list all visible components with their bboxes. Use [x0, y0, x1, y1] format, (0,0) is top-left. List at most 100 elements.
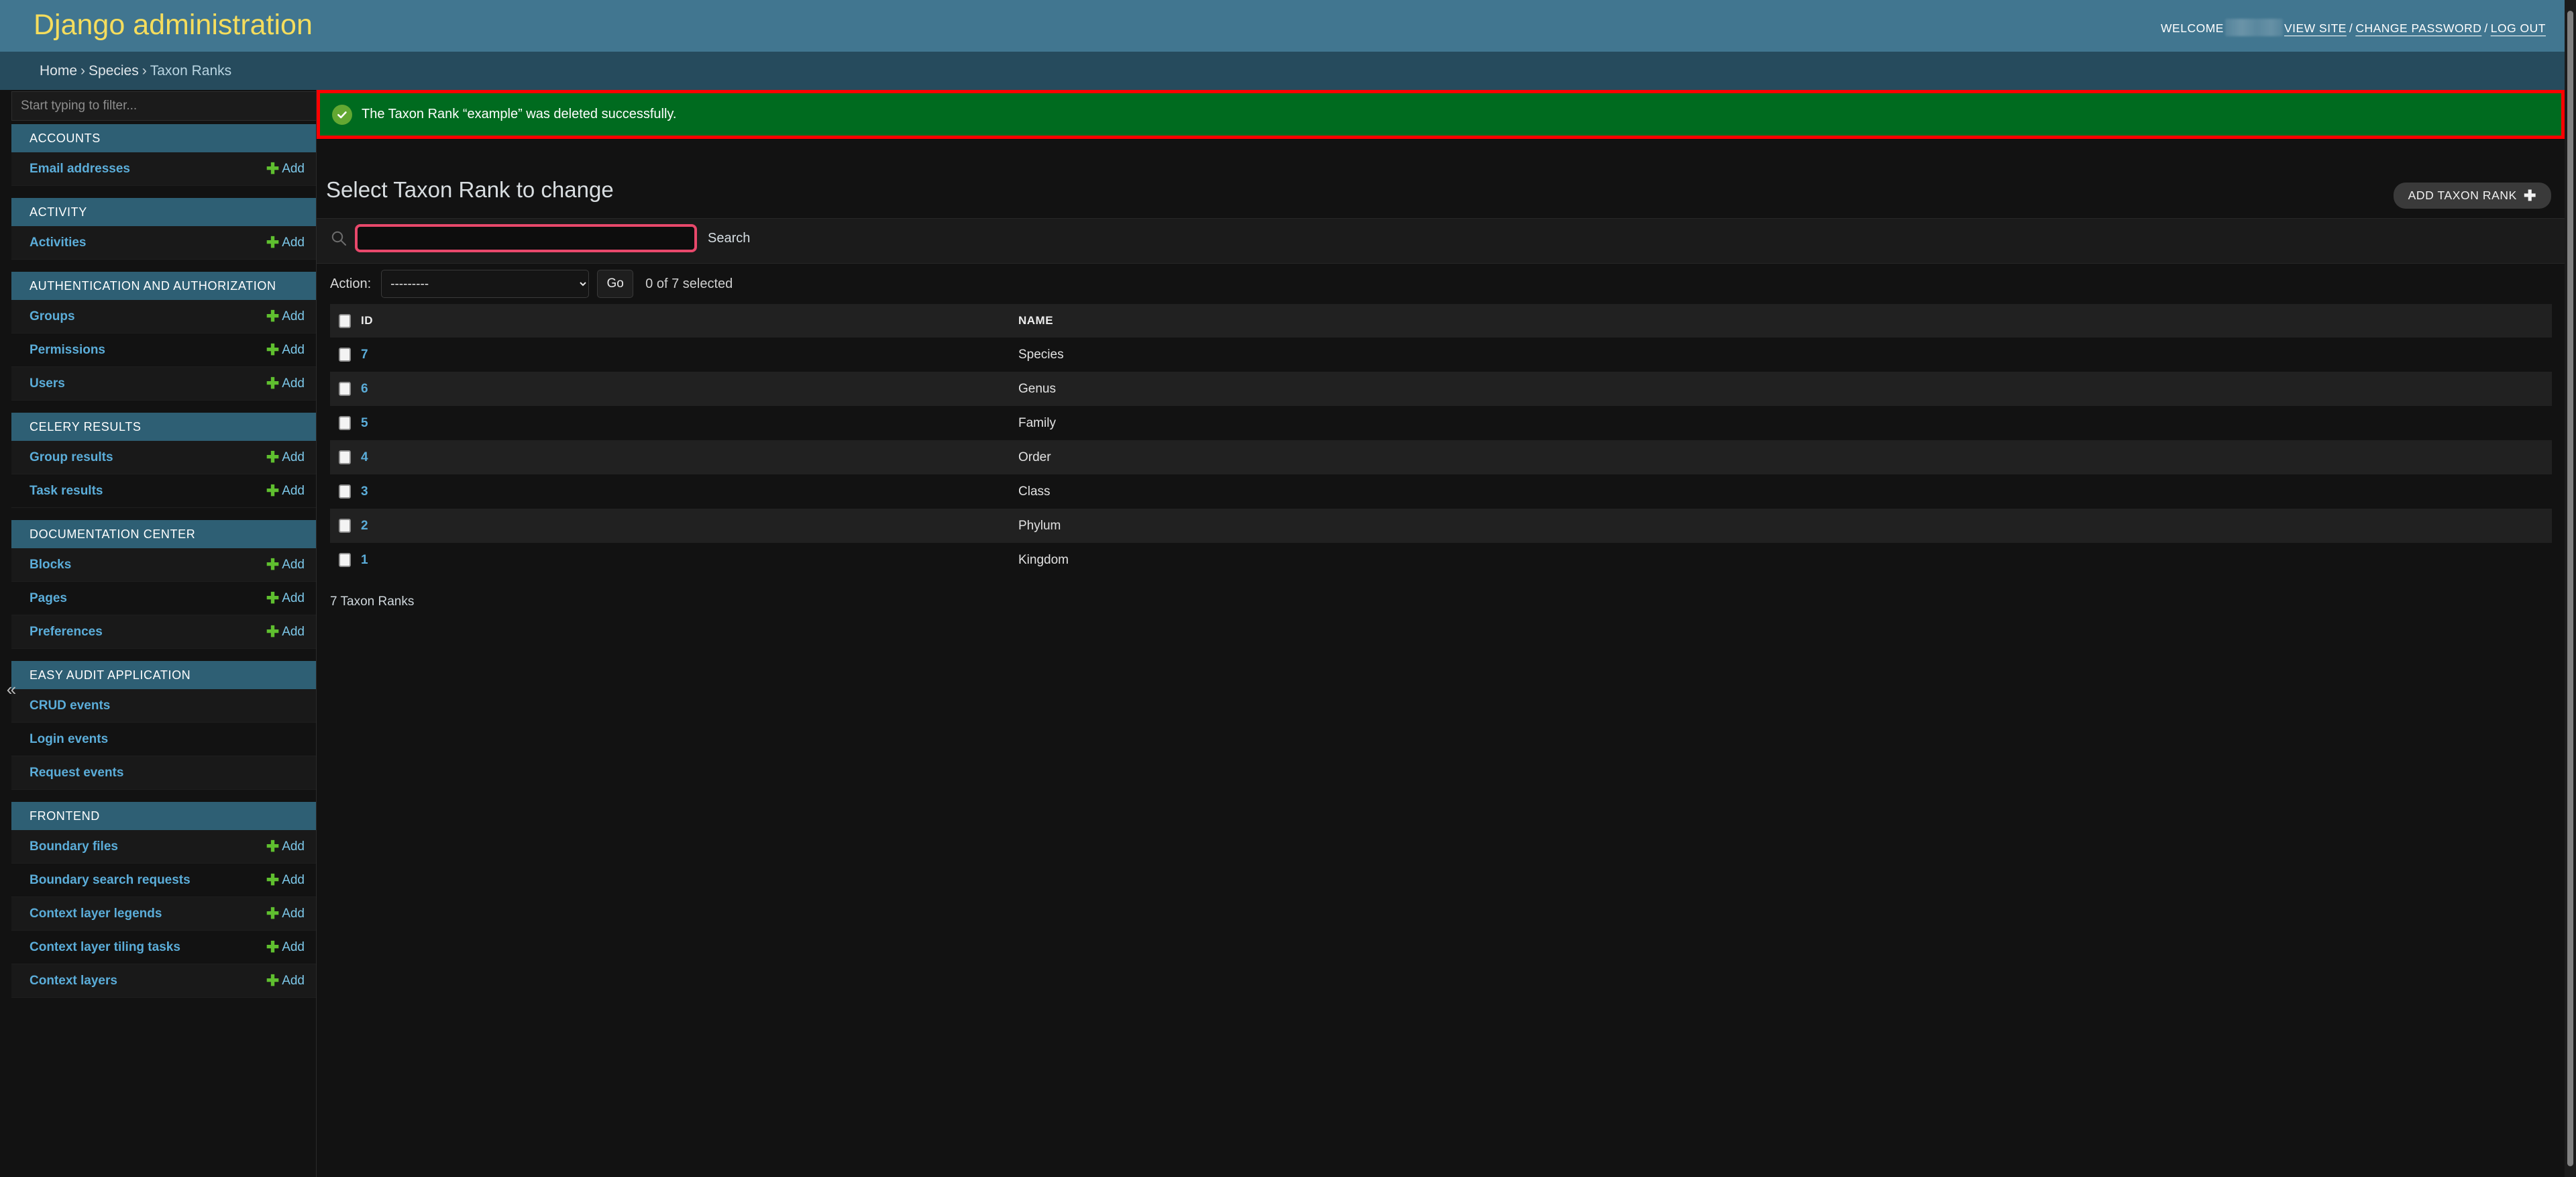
sidebar-model-row: Activities ✚ Add [11, 226, 316, 260]
sidebar-item-crud-events[interactable]: CRUD events [30, 699, 110, 713]
plus-icon: ✚ [266, 972, 280, 989]
breadcrumb-separator-2: › [142, 63, 147, 79]
results-table-head: ID NAME [330, 304, 2552, 338]
sidebar-item-context-layer-legends[interactable]: Context layer legends [30, 907, 162, 921]
action-label: Action: [330, 276, 372, 291]
cell-id: 3 [361, 474, 1018, 509]
column-header-id[interactable]: ID [361, 304, 1018, 338]
sidebar-app-caption: ACTIVITY [11, 198, 316, 226]
sidebar-item-groups[interactable]: Groups [30, 309, 75, 324]
row-id-link[interactable]: 1 [361, 553, 368, 567]
content-area: The Taxon Rank “example” was deleted suc… [317, 90, 2565, 1177]
sidebar-add-link[interactable]: ✚ Add [266, 837, 305, 856]
sidebar-add-link[interactable]: ✚ Add [266, 623, 305, 641]
page-scrollbar-track[interactable] [2565, 0, 2576, 1177]
sidebar-add-link[interactable]: ✚ Add [266, 871, 305, 889]
user-tools-separator-1: / [2349, 21, 2353, 35]
sidebar-item-activities[interactable]: Activities [30, 236, 86, 250]
sidebar-app-caption: EASY AUDIT APPLICATION [11, 661, 316, 689]
sidebar-item-group-results[interactable]: Group results [30, 450, 113, 465]
sidebar-item-blocks[interactable]: Blocks [30, 558, 71, 572]
sidebar-item-request-events[interactable]: Request events [30, 766, 123, 780]
sidebar-add-label: Add [282, 558, 305, 572]
row-checkbox[interactable] [339, 553, 351, 567]
sidebar-filter-input[interactable] [11, 91, 316, 121]
sidebar-add-link[interactable]: ✚ Add [266, 448, 305, 466]
sidebar-item-task-results[interactable]: Task results [30, 484, 103, 499]
sidebar-add-link[interactable]: ✚ Add [266, 234, 305, 252]
row-id-link[interactable]: 2 [361, 519, 368, 533]
action-counter: 0 of 7 selected [645, 276, 733, 291]
plus-icon: ✚ [266, 589, 280, 607]
select-all-checkbox[interactable] [339, 313, 351, 328]
breadcrumb-separator-1: › [80, 63, 86, 79]
page-scrollbar-thumb[interactable] [2567, 11, 2573, 1166]
sidebar-add-link[interactable]: ✚ Add [266, 307, 305, 325]
sidebar-add-label: Add [282, 309, 305, 323]
row-id-link[interactable]: 3 [361, 484, 368, 499]
action-go-button[interactable]: Go [597, 270, 634, 298]
sidebar-item-users[interactable]: Users [30, 376, 65, 391]
sidebar-item-permissions[interactable]: Permissions [30, 343, 105, 358]
row-checkbox[interactable] [339, 484, 351, 499]
sidebar-add-link[interactable]: ✚ Add [266, 482, 305, 500]
sidebar-model-row: Context layer tiling tasks ✚ Add [11, 931, 316, 964]
sidebar-item-email-addresses[interactable]: Email addresses [30, 162, 130, 176]
sidebar-item-boundary-search-requests[interactable]: Boundary search requests [30, 873, 191, 888]
row-checkbox[interactable] [339, 450, 351, 464]
select-all-header [330, 304, 361, 338]
site-title[interactable]: Django administration [34, 5, 313, 44]
sidebar-add-link[interactable]: ✚ Add [266, 938, 305, 956]
breadcrumb-home[interactable]: Home [40, 63, 77, 79]
cell-name: Class [1018, 484, 1051, 499]
row-checkbox[interactable] [339, 519, 351, 533]
sidebar-item-context-layers[interactable]: Context layers [30, 974, 117, 988]
row-checkbox[interactable] [339, 382, 351, 396]
sidebar-item-preferences[interactable]: Preferences [30, 625, 103, 639]
table-row: 2 Phylum [330, 509, 2552, 543]
sidebar-add-link[interactable]: ✚ Add [266, 589, 305, 607]
sidebar-model-row: Login events [11, 723, 316, 756]
row-id-link[interactable]: 6 [361, 382, 368, 396]
sidebar-item-pages[interactable]: Pages [30, 591, 67, 606]
breadcrumb-species[interactable]: Species [89, 63, 139, 79]
column-header-name[interactable]: NAME [1018, 304, 2552, 338]
sidebar-item-login-events[interactable]: Login events [30, 732, 108, 747]
sidebar-add-link[interactable]: ✚ Add [266, 341, 305, 359]
log-out-link[interactable]: LOG OUT [2491, 21, 2546, 35]
row-id-link[interactable]: 4 [361, 450, 368, 464]
search-input[interactable] [355, 224, 697, 252]
view-site-link[interactable]: VIEW SITE [2284, 21, 2347, 35]
cell-id: 7 [361, 338, 1018, 372]
sidebar-add-link[interactable]: ✚ Add [266, 905, 305, 923]
search-submit-button[interactable]: Search [705, 225, 753, 252]
sidebar-add-link[interactable]: ✚ Add [266, 972, 305, 990]
row-id-link[interactable]: 5 [361, 416, 368, 430]
sidebar-add-link[interactable]: ✚ Add [266, 556, 305, 574]
sidebar-model-row: Boundary search requests ✚ Add [11, 864, 316, 897]
user-tools: WELCOME VIEW SITE / CHANGE PASSWORD / LOG OUT [2161, 19, 2546, 36]
cell-id: 1 [361, 543, 1018, 577]
sidebar-add-link[interactable]: ✚ Add [266, 160, 305, 178]
plus-icon: ✚ [266, 623, 280, 640]
breadcrumb: Home › Species › Taxon Ranks [0, 52, 2565, 90]
sidebar-add-label: Add [282, 484, 305, 498]
row-checkbox[interactable] [339, 416, 351, 430]
row-id-link[interactable]: 7 [361, 348, 368, 362]
action-select[interactable]: ---------Delete selected Taxon Ranks [381, 270, 590, 298]
row-checkbox[interactable] [339, 348, 351, 362]
row-select-cell [330, 406, 361, 440]
sidebar-item-boundary-files[interactable]: Boundary files [30, 839, 118, 854]
cell-name: Species [1018, 347, 1064, 362]
cell-id: 2 [361, 509, 1018, 543]
change-password-link[interactable]: CHANGE PASSWORD [2355, 21, 2481, 35]
sidebar-item-context-layer-tiling-tasks[interactable]: Context layer tiling tasks [30, 940, 180, 955]
plus-icon: ✚ [266, 341, 280, 358]
row-select-cell [330, 543, 361, 577]
add-taxon-rank-button[interactable]: ADD TAXON RANK ✚ [2393, 183, 2551, 209]
sidebar-add-link[interactable]: ✚ Add [266, 374, 305, 393]
site-header: Django administration WELCOME VIEW SITE / C… [0, 0, 2565, 52]
actions-bar: Action: ---------Delete selected Taxon R… [317, 264, 2565, 304]
sidebar-collapse-toggle-icon[interactable]: « [3, 678, 19, 701]
add-button-label: ADD TAXON RANK [2408, 189, 2517, 202]
